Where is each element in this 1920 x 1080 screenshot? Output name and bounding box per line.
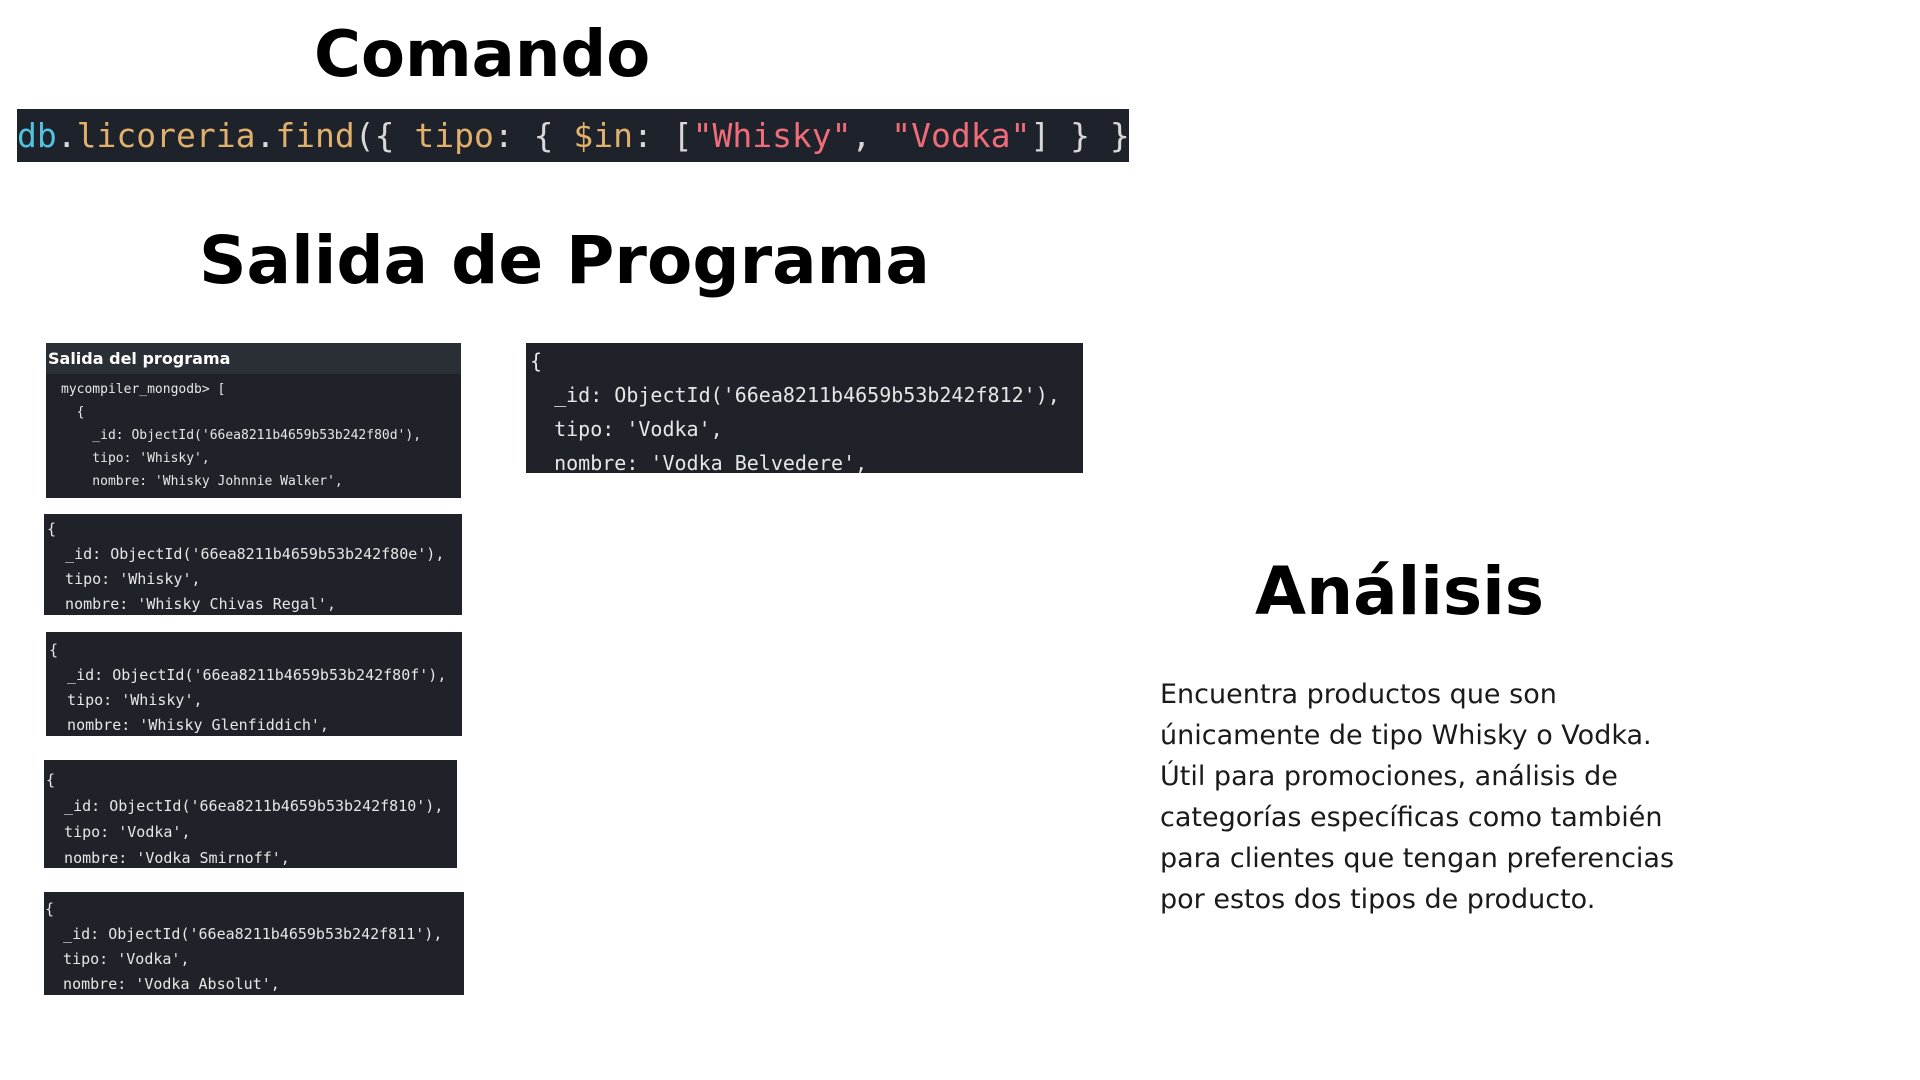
- code-line: tipo: 'Whisky',: [61, 451, 210, 466]
- code-line: tipo: 'Vodka',: [530, 417, 723, 441]
- code-line: nombre: 'Vodka Absolut',: [45, 975, 280, 993]
- cmd-string-whisky: "Whisky": [692, 116, 852, 155]
- analysis-paragraph: Encuentra productos que son únicamente d…: [1160, 679, 1675, 915]
- salida-heading: Salida de Programa: [199, 222, 930, 299]
- code-line: _id: ObjectId('66ea8211b4659b53b242f811'…: [45, 925, 443, 943]
- code-line: _id: ObjectId('66ea8211b4659b53b242f80e'…: [47, 545, 445, 563]
- output-panel-1: Salida del programa mycompiler_mongodb> …: [46, 343, 461, 498]
- code-line: {: [530, 349, 543, 373]
- output-panel-3: { _id: ObjectId('66ea8211b4659b53b242f80…: [46, 632, 462, 736]
- output-panel-body: mycompiler_mongodb> [ { _id: ObjectId('6…: [46, 374, 461, 493]
- code-line: {: [61, 405, 85, 420]
- cmd-colon: : [: [632, 116, 693, 155]
- code-line: {: [47, 520, 57, 538]
- code-line: tipo: 'Whisky',: [49, 691, 203, 709]
- cmd-dot: .: [255, 116, 276, 155]
- cmd-operator: $in: [573, 116, 633, 155]
- output-panel-2: { _id: ObjectId('66ea8211b4659b53b242f80…: [44, 514, 462, 615]
- code-line: nombre: 'Vodka Belvedere',: [530, 451, 868, 473]
- cmd-method: find: [275, 116, 355, 155]
- code-line: _id: ObjectId('66ea8211b4659b53b242f810'…: [46, 797, 444, 815]
- cmd-close: ] } }): [1030, 116, 1129, 155]
- code-line: nombre: 'Whisky Glenfiddich',: [49, 716, 329, 734]
- code-line: _id: ObjectId('66ea8211b4659b53b242f80f'…: [49, 666, 447, 684]
- cmd-db: db: [17, 116, 57, 155]
- code-line: mycompiler_mongodb> [: [61, 382, 226, 397]
- code-line: _id: ObjectId('66ea8211b4659b53b242f812'…: [530, 383, 1060, 407]
- code-line: nombre: 'Vodka Smirnoff',: [46, 849, 290, 867]
- output-panel-4: { _id: ObjectId('66ea8211b4659b53b242f81…: [44, 760, 457, 868]
- code-line: nombre: 'Whisky Chivas Regal',: [47, 595, 336, 613]
- code-line: {: [45, 900, 55, 918]
- cmd-colon: : {: [493, 116, 574, 155]
- code-line: {: [49, 641, 59, 659]
- code-line: tipo: 'Vodka',: [46, 823, 191, 841]
- output-panel-6: { _id: ObjectId('66ea8211b4659b53b242f81…: [526, 343, 1083, 473]
- code-line: nombre: 'Whisky Johnnie Walker',: [61, 474, 343, 489]
- code-line: _id: ObjectId('66ea8211b4659b53b242f80d'…: [61, 428, 422, 443]
- output-panel-header: Salida del programa: [46, 343, 461, 374]
- code-line: {: [46, 771, 56, 789]
- cmd-dot: .: [56, 116, 77, 155]
- cmd-key: tipo: [414, 116, 494, 155]
- comando-heading: Comando: [314, 18, 651, 92]
- command-code-bar: db.licoreria.find({ tipo: { $in: ["Whisk…: [17, 109, 1129, 162]
- output-panel-5: { _id: ObjectId('66ea8211b4659b53b242f81…: [44, 892, 464, 995]
- cmd-comma: ,: [851, 116, 892, 155]
- code-line: tipo: 'Whisky',: [47, 570, 201, 588]
- cmd-string-vodka: "Vodka": [891, 116, 1031, 155]
- cmd-open: ({: [354, 116, 415, 155]
- code-line: tipo: 'Vodka',: [45, 950, 190, 968]
- cmd-collection: licoreria: [76, 116, 256, 155]
- analisis-heading: Análisis: [1255, 553, 1545, 630]
